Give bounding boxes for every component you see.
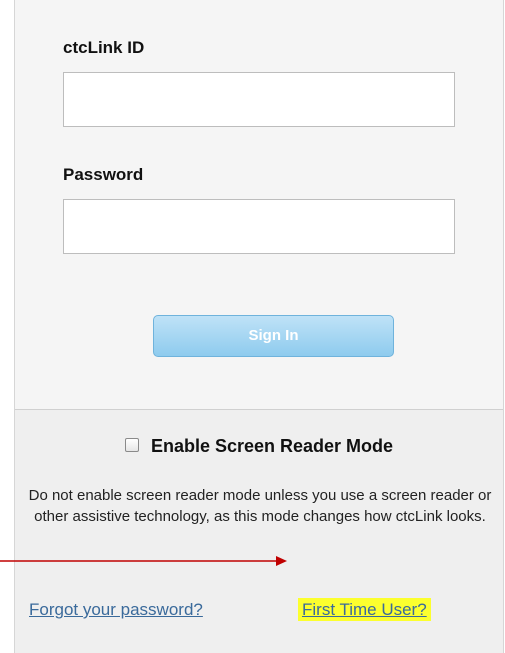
password-input[interactable]	[63, 199, 455, 254]
login-form: ctcLink ID Password Sign In	[15, 0, 503, 410]
sign-in-button[interactable]: Sign In	[153, 315, 394, 357]
forgot-password-link[interactable]: Forgot your password?	[29, 600, 203, 620]
screen-reader-label[interactable]: Enable Screen Reader Mode	[151, 436, 393, 456]
first-time-user-link[interactable]: First Time User?	[298, 598, 431, 621]
first-time-user-highlight[interactable]: First Time User?	[298, 598, 431, 621]
red-arrow-annotation	[0, 556, 287, 566]
screen-reader-checkbox[interactable]	[124, 438, 139, 453]
screen-reader-toggle: Enable Screen Reader Mode	[15, 436, 503, 457]
ctclink-id-input[interactable]	[63, 72, 455, 127]
ctclink-id-label: ctcLink ID	[63, 38, 145, 57]
screen-reader-note: Do not enable screen reader mode unless …	[28, 487, 492, 525]
password-label: Password	[63, 165, 144, 184]
